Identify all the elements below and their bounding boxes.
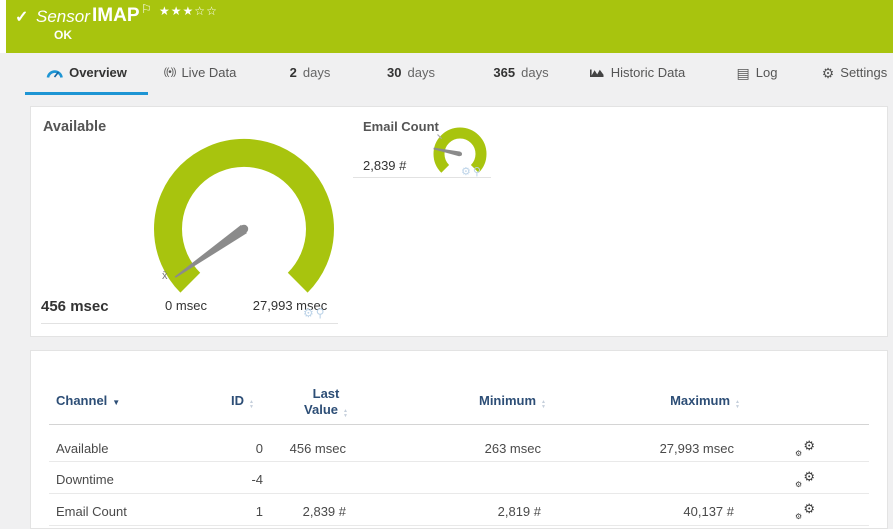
gauges-panel: Available x̄ 0 msec 27,993 msec 456 msec…: [30, 106, 888, 337]
sensor-name: IMAP: [92, 5, 140, 26]
cell-id: 0: [255, 441, 263, 456]
cell-channel: Email Count: [56, 504, 127, 519]
gauge-average-symbol: x̄: [162, 270, 168, 282]
cell-minimum: 263 msec: [484, 441, 541, 456]
gauge-email-value: 2,839 #: [363, 158, 407, 173]
tab-historic-data[interactable]: Historic Data: [580, 53, 695, 92]
cell-id: 1: [255, 504, 263, 519]
sort-icon: ▲ ▼: [735, 399, 740, 410]
channel-settings-icon[interactable]: ⚙ ⚙: [795, 501, 815, 521]
tab-settings[interactable]: ⚙ Settings: [816, 53, 893, 92]
cell-minimum: 2,819 #: [497, 504, 541, 519]
gauge-settings-icon[interactable]: ⚙: [303, 306, 316, 320]
channel-settings-icon[interactable]: ⚙ ⚙: [795, 469, 815, 489]
sensor-type-label: Sensor: [36, 7, 90, 26]
log-list-icon: ▤: [736, 64, 750, 81]
gauge-pin-icon[interactable]: ⚲: [316, 306, 327, 320]
gauge-scale-min-label: 0 msec: [165, 298, 207, 313]
column-header-minimum[interactable]: Minimum ▲ ▼: [431, 393, 546, 409]
priority-stars[interactable]: ★★★☆☆: [159, 4, 218, 18]
tab-live-data-label: Live Data: [181, 65, 237, 80]
tab-settings-label: Settings: [840, 65, 888, 80]
cell-last-value: 456 msec: [289, 441, 346, 456]
tab-365-days[interactable]: 365 days: [481, 53, 561, 92]
channels-table-panel: Channel ▼ ID ▲ ▼ Last Value ▲ ▼ Minimum ▲ ▼ Max…: [30, 350, 888, 529]
area-chart-icon: [589, 69, 604, 77]
tab-overview-label: Overview: [69, 65, 127, 80]
status-check-icon: ✓: [15, 9, 29, 26]
column-header-maximum[interactable]: Maximum ▲ ▼: [621, 393, 740, 409]
column-header-last-value[interactable]: Last Value ▲ ▼: [286, 386, 366, 418]
tab-historic-data-label: Historic Data: [610, 65, 686, 80]
gauge-block-divider: [353, 177, 491, 178]
gauge-block-divider: [41, 323, 338, 324]
active-tab-underline: [25, 92, 148, 95]
gauge-available-value: 456 msec: [41, 298, 109, 315]
channel-settings-icon[interactable]: ⚙ ⚙: [795, 438, 815, 458]
cell-channel: Downtime: [56, 472, 114, 487]
status-badge: OK: [54, 28, 72, 42]
cell-channel: Available: [56, 441, 109, 456]
tab-30-days[interactable]: 30 days: [383, 53, 439, 92]
sort-icon: ▲ ▼: [249, 399, 254, 410]
tab-2-days[interactable]: 2 days: [285, 53, 335, 92]
tab-live-data[interactable]: ((•)) Live Data: [150, 53, 250, 92]
cell-maximum: 27,993 msec: [659, 441, 734, 456]
tab-overview[interactable]: Overview: [25, 53, 148, 92]
sort-icon: ▲ ▼: [343, 408, 348, 419]
gauge-available-dial: [154, 138, 334, 293]
settings-gear-icon: ⚙: [821, 64, 835, 81]
column-header-channel[interactable]: Channel ▼: [56, 393, 120, 408]
live-data-icon: ((•)): [163, 67, 177, 78]
column-header-id[interactable]: ID ▲ ▼: [181, 393, 254, 409]
table-row[interactable]: Email Count 1 2,839 # 2,819 # 40,137 # ⚙…: [49, 494, 869, 526]
gauge-hover-actions[interactable]: ⚙⚲: [303, 306, 327, 320]
table-row[interactable]: Downtime -4 ⚙ ⚙: [49, 462, 869, 494]
priority-flag-icon[interactable]: ⚐: [141, 2, 152, 16]
cell-last-value: 2,839 #: [302, 504, 346, 519]
sort-icon: ▲ ▼: [541, 399, 546, 410]
tab-log[interactable]: ▤ Log: [727, 53, 787, 92]
table-row[interactable]: Available 0 456 msec 263 msec 27,993 mse…: [49, 425, 869, 462]
sort-caret-icon: ▼: [112, 398, 121, 407]
sensor-status-header: ✓ Sensor IMAP ⚐ ★★★☆☆ OK: [6, 0, 893, 53]
gauge-available-title: Available: [43, 119, 107, 135]
cell-maximum: 40,137 #: [683, 504, 734, 519]
gauge-icon: [46, 69, 63, 78]
cell-id: -4: [251, 472, 263, 487]
tab-log-label: Log: [755, 65, 778, 80]
